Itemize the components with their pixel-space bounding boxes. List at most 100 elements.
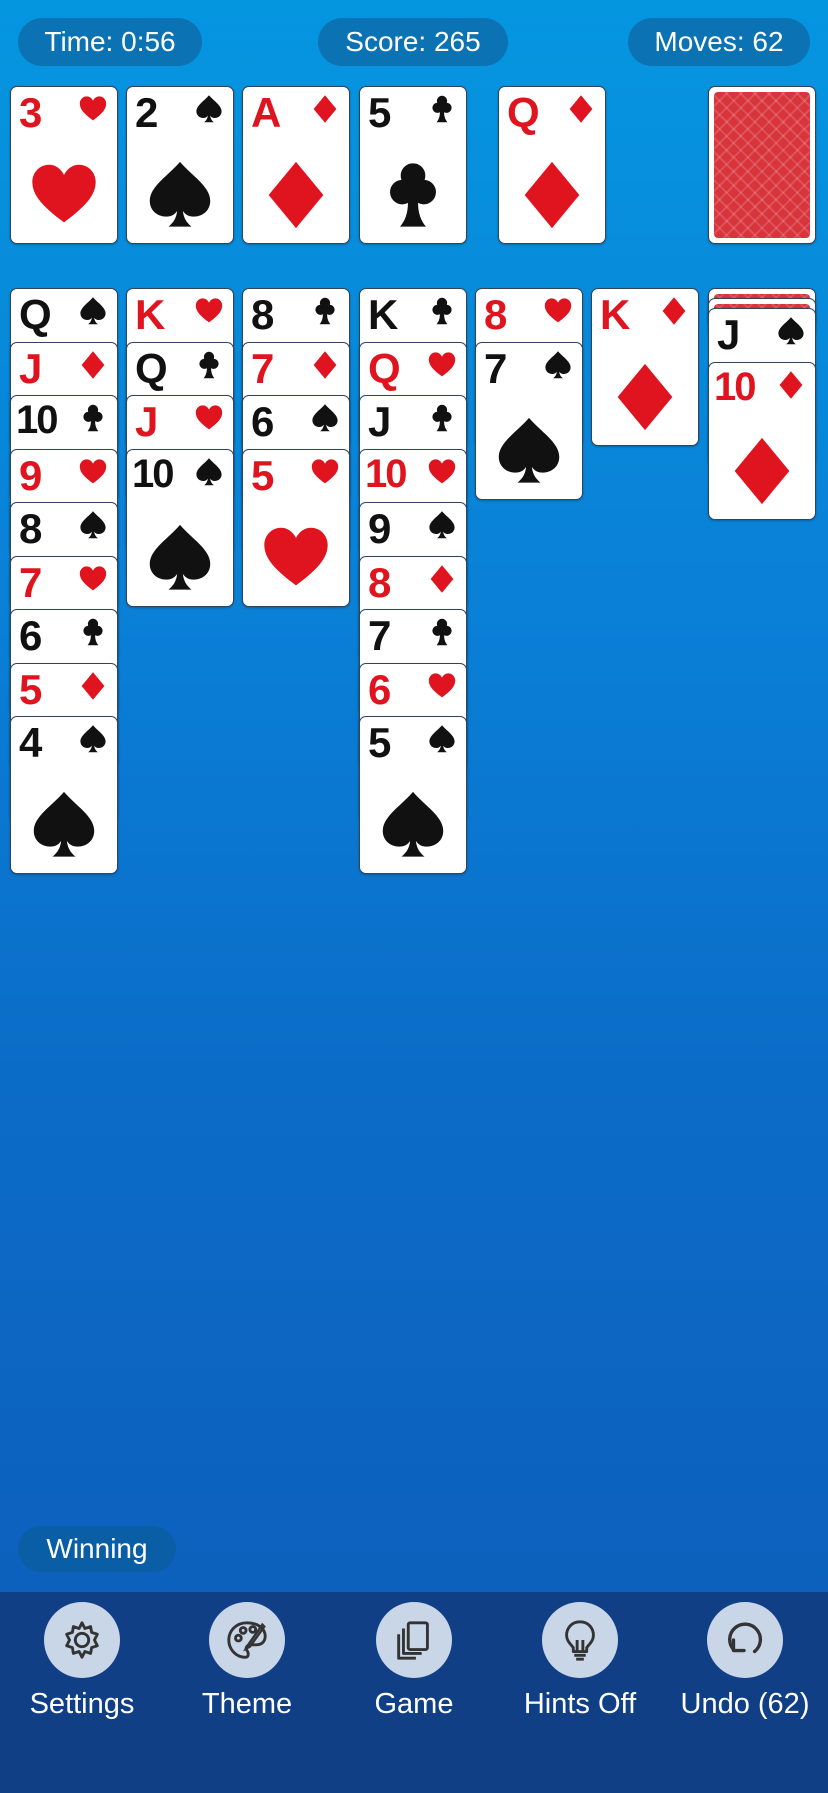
card-rank: 5: [251, 451, 274, 499]
diamond-icon: [662, 297, 686, 325]
spade-icon: [778, 317, 804, 345]
theme-button[interactable]: Theme: [172, 1602, 322, 1721]
club-icon: [432, 95, 452, 123]
card-rank: 5: [368, 719, 391, 766]
club-icon: [432, 618, 452, 646]
card-rank: 7: [484, 344, 507, 392]
lightbulb-icon: [542, 1602, 618, 1678]
tableau-card-5-of-hearts[interactable]: 5: [242, 448, 350, 607]
tableau-card-k-of-diamonds[interactable]: K: [591, 288, 699, 446]
spade-icon: [429, 725, 455, 753]
card-rank: K: [368, 291, 398, 338]
diamond-icon: [524, 161, 580, 229]
card-rank: 6: [368, 665, 391, 713]
card-rank: 7: [251, 344, 274, 392]
club-icon: [432, 404, 452, 432]
spade-icon: [149, 524, 211, 590]
waste-card-q-of-diamonds[interactable]: Q: [498, 86, 606, 244]
heart-icon: [311, 458, 339, 483]
club-icon: [83, 404, 103, 432]
foundation-card-a-of-diamonds[interactable]: A: [242, 86, 350, 244]
card-rank: 8: [484, 291, 507, 338]
foundation-card-3-of-hearts[interactable]: 3: [10, 86, 118, 244]
card-rank: 10: [132, 451, 174, 496]
bottom-toolbar: Settings Theme Game Hints Off Undo (62): [0, 1592, 828, 1793]
heart-icon: [195, 405, 223, 430]
card-rank: 9: [19, 451, 42, 499]
card-rank: 2: [135, 89, 158, 136]
card-rank: 5: [19, 665, 42, 713]
tableau-card-7-of-spades[interactable]: 7: [475, 341, 583, 500]
spade-icon: [149, 161, 211, 227]
settings-button[interactable]: Settings: [7, 1602, 157, 1721]
card-rank: J: [135, 398, 158, 445]
spade-icon: [498, 417, 560, 483]
game-label: Game: [374, 1688, 454, 1720]
card-rank: Q: [19, 291, 52, 338]
spade-icon: [196, 457, 222, 485]
diamond-icon: [569, 95, 593, 123]
palette-icon: [209, 1602, 285, 1678]
diamond-icon: [430, 564, 454, 593]
foundation-card-2-of-spades[interactable]: 2: [126, 86, 234, 244]
diamond-icon: [268, 161, 324, 229]
cards-icon: [376, 1602, 452, 1678]
diamond-icon: [617, 363, 673, 431]
heart-icon: [428, 458, 456, 483]
card-rank: 7: [368, 612, 391, 659]
game-button[interactable]: Game: [339, 1602, 489, 1721]
card-rank: 7: [19, 558, 42, 606]
spade-icon: [196, 95, 222, 123]
tableau-card-10-of-spades[interactable]: 10: [126, 448, 234, 607]
card-back-pattern: [714, 92, 810, 238]
diamond-icon: [313, 350, 337, 379]
tableau-card-10-of-diamonds[interactable]: 10: [708, 361, 816, 520]
settings-label: Settings: [29, 1688, 135, 1720]
card-rank: J: [717, 311, 740, 358]
spade-icon: [80, 511, 106, 539]
time-display: Time: 0:56: [18, 18, 202, 66]
card-rank: 8: [368, 558, 391, 606]
hints-toggle-button[interactable]: Hints Off: [505, 1602, 655, 1721]
theme-label: Theme: [201, 1688, 293, 1720]
diamond-icon: [313, 95, 337, 123]
card-rank: Q: [368, 344, 401, 392]
undo-button[interactable]: Undo (62): [670, 1602, 820, 1721]
spade-icon: [312, 404, 338, 432]
card-rank: 6: [19, 612, 42, 659]
game-status-badge: Winning: [18, 1526, 176, 1572]
undo-label: Undo (62): [680, 1688, 810, 1720]
club-icon: [83, 618, 103, 646]
club-icon: [315, 297, 335, 325]
card-rank: A: [251, 89, 281, 136]
spade-icon: [80, 297, 106, 325]
diamond-icon: [81, 350, 105, 379]
tableau-card-5-of-spades[interactable]: 5: [359, 716, 467, 874]
heart-icon: [79, 565, 107, 590]
heart-icon: [195, 298, 223, 323]
card-rank: 9: [368, 505, 391, 552]
foundation-card-5-of-clubs[interactable]: 5: [359, 86, 467, 244]
card-rank: 10: [16, 398, 58, 442]
spade-icon: [429, 511, 455, 539]
card-rank: Q: [507, 89, 540, 136]
tableau-card-4-of-spades[interactable]: 4: [10, 716, 118, 874]
diamond-icon: [734, 437, 790, 504]
heart-icon: [544, 298, 572, 323]
card-rank: 8: [19, 505, 42, 552]
heart-icon: [428, 672, 456, 697]
card-rank: 5: [368, 89, 391, 136]
club-icon: [390, 163, 436, 227]
diamond-icon: [779, 370, 803, 399]
heart-icon: [32, 164, 96, 223]
card-rank: 10: [365, 451, 407, 496]
card-rank: 3: [19, 89, 42, 136]
spade-icon: [80, 725, 106, 753]
card-rank: 10: [714, 364, 756, 409]
spade-icon: [33, 791, 95, 857]
spade-icon: [545, 350, 571, 378]
heart-icon: [264, 527, 328, 585]
card-rank: Q: [135, 344, 168, 392]
stock-pile[interactable]: [708, 86, 816, 244]
heart-icon: [79, 96, 107, 121]
